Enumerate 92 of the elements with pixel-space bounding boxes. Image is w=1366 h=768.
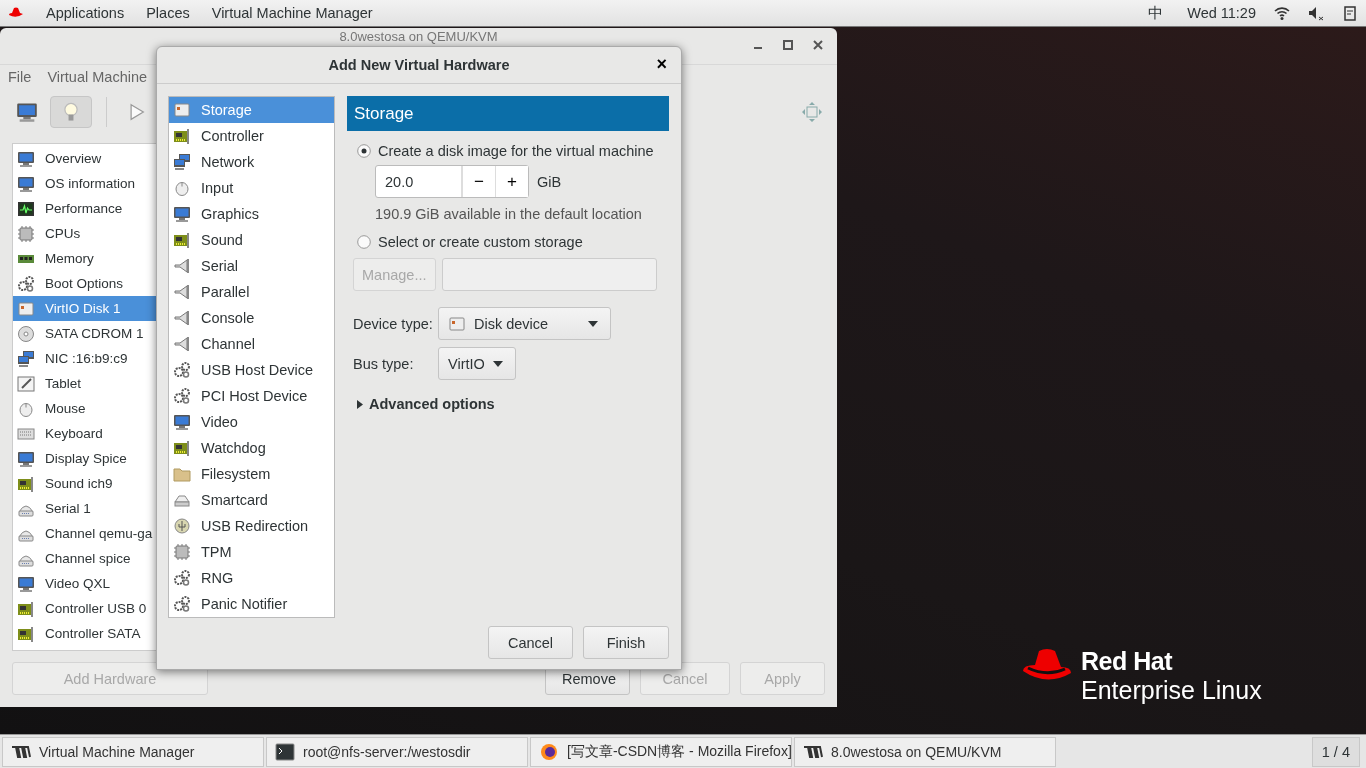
device-type-dropdown[interactable]: Disk device [438, 307, 611, 340]
top-menu[interactable]: Places [134, 5, 190, 21]
radio-button[interactable] [357, 144, 371, 158]
hardware-type-item[interactable]: Graphics [169, 201, 334, 227]
radio-label[interactable]: Select or create custom storage [378, 234, 583, 250]
hardware-type-item[interactable]: Input [169, 175, 334, 201]
card-icon [173, 127, 191, 145]
volume-muted-icon[interactable] [1308, 5, 1324, 21]
advanced-options-expander[interactable]: Advanced options [357, 396, 495, 412]
clipboard-icon[interactable] [1342, 5, 1358, 21]
card-icon [173, 439, 191, 457]
top-menu[interactable]: Virtual Machine Manager [199, 5, 373, 21]
gears-icon [173, 387, 191, 405]
input-method[interactable]: 中 [1148, 3, 1164, 23]
brand-product: Enterprise Linux [1081, 675, 1262, 705]
chip-icon [17, 224, 35, 243]
tablet-icon [17, 374, 35, 393]
hardware-type-item[interactable]: USB Host Device [169, 357, 334, 383]
available-space-text: 190.9 GiB available in the default location [375, 206, 643, 222]
field-label: Device type: [353, 315, 434, 332]
clock[interactable]: Wed 11:29 [1187, 5, 1256, 21]
disc-icon [17, 324, 35, 343]
taskbar-item[interactable]: 8.0westosa on QEMU/KVM [794, 736, 1056, 767]
gears-icon [173, 361, 191, 379]
expander-arrow-icon [357, 399, 363, 409]
connector-icon [173, 283, 191, 301]
radio-button[interactable] [357, 235, 371, 249]
bus-type-dropdown[interactable]: VirtIO [438, 347, 516, 380]
terminal-icon [275, 742, 295, 761]
top-menu[interactable]: Applications [34, 5, 125, 21]
hardware-type-item[interactable]: Channel [169, 331, 334, 357]
browser-icon [539, 742, 559, 761]
caret-icon [492, 360, 503, 367]
gears-icon [17, 274, 35, 293]
hardware-type-item[interactable]: Serial [169, 253, 334, 279]
hardware-type-item[interactable]: Video [169, 409, 334, 435]
storage-path-field[interactable] [441, 258, 657, 291]
window-title: 8.0westosa on QEMU/KVM [339, 29, 498, 44]
close-button[interactable]: × [652, 55, 671, 73]
monitor-icon [17, 149, 35, 168]
field-label: Bus type: [353, 355, 415, 372]
radio-label[interactable]: Create a disk image for the virtual machine [378, 143, 654, 159]
hardware-type-item[interactable]: RNG [169, 565, 334, 591]
computers-icon [173, 153, 191, 171]
chart-icon [17, 199, 35, 218]
connector-icon [173, 257, 191, 275]
hardware-type-item[interactable]: PCI Host Device [169, 383, 334, 409]
workspace-indicator[interactable]: 1 / 4 [1311, 736, 1360, 767]
dialog-title: Add New Virtual Hardware [328, 57, 510, 73]
close-icon[interactable] [811, 38, 825, 52]
computers-icon [17, 349, 35, 368]
hardware-type-item[interactable]: Panic Notifier [169, 591, 334, 617]
monitor-icon [17, 174, 35, 193]
wifi-icon[interactable] [1274, 5, 1290, 21]
caret-icon [588, 320, 598, 327]
hardware-type-item[interactable]: Network [169, 149, 334, 175]
menu-item[interactable]: File [8, 69, 32, 85]
folder-icon [173, 465, 191, 483]
panel-title: Storage [347, 96, 669, 131]
hardware-type-item[interactable]: Smartcard [169, 487, 334, 513]
hardware-type-item[interactable]: USB Redirection [169, 513, 334, 539]
monitor-icon [173, 205, 191, 223]
monitor-icon [17, 574, 35, 593]
chip-icon [173, 543, 191, 561]
hardware-type-item[interactable]: Watchdog [169, 435, 334, 461]
taskbar-item[interactable]: [写文章-CSDN博客 - Mozilla Firefox] [530, 736, 792, 767]
taskbar-item[interactable]: Virtual Machine Manager [2, 736, 264, 767]
maximize-icon[interactable] [781, 38, 795, 52]
hardware-type-item[interactable]: TPM [169, 539, 334, 565]
monitor-icon [17, 449, 35, 468]
monitor-icon [16, 101, 38, 123]
hardware-type-item[interactable]: Controller [169, 123, 334, 149]
card-icon [17, 474, 35, 493]
mouse-icon [173, 179, 191, 197]
gears-icon [173, 569, 191, 587]
gears-icon [173, 595, 191, 613]
taskbar-item[interactable]: root@nfs-server:/westosdir [266, 736, 528, 767]
dialog-button[interactable]: Cancel [488, 626, 573, 659]
connector-icon [173, 335, 191, 353]
card-icon [17, 624, 35, 643]
unit-label: GiB [537, 173, 562, 190]
card-icon [17, 599, 35, 618]
card-icon [173, 231, 191, 249]
increment-button[interactable]: + [495, 166, 528, 197]
usb-icon [173, 517, 191, 535]
monitor-icon [173, 413, 191, 431]
menu-item[interactable]: Virtual Machine [47, 69, 148, 85]
brand-name: Red Hat [1081, 647, 1174, 675]
dialog-button[interactable]: Finish [583, 626, 669, 659]
connector-icon [173, 309, 191, 327]
hardware-type-item[interactable]: Filesystem [169, 461, 334, 487]
hardware-type-item[interactable]: Sound [169, 227, 334, 253]
